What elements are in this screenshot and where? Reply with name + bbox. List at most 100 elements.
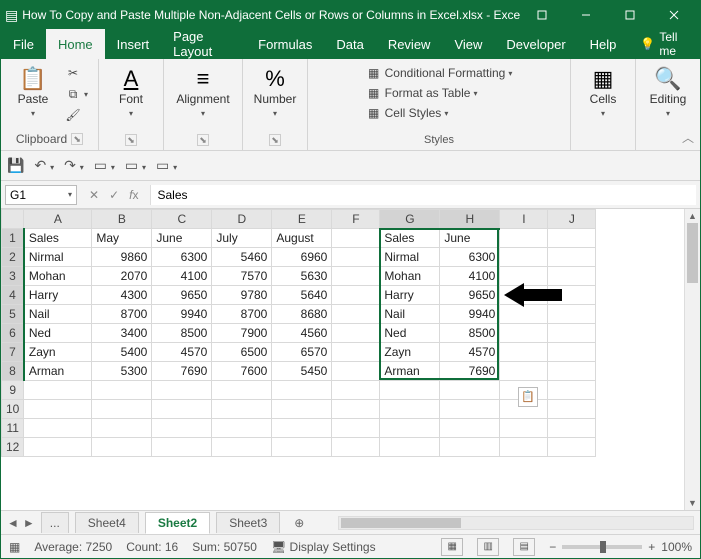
font-launcher[interactable]: ⬊ — [125, 134, 137, 146]
cell-A8[interactable]: Arman — [24, 362, 92, 381]
cell-C4[interactable]: 9650 — [152, 286, 212, 305]
cell-I2[interactable] — [500, 248, 548, 267]
cell-E2[interactable]: 6960 — [272, 248, 332, 267]
cell-E10[interactable] — [272, 400, 332, 419]
worksheet-grid[interactable]: ABCDEFGHIJ1SalesMayJuneJulyAugustSalesJu… — [1, 209, 700, 510]
window-close-button[interactable] — [652, 1, 696, 29]
col-header-H[interactable]: H — [440, 210, 500, 229]
cell-H6[interactable]: 8500 — [440, 324, 500, 343]
cell-J1[interactable] — [548, 229, 596, 248]
cell-I12[interactable] — [500, 438, 548, 457]
qat-btn2[interactable]: ▭ ▾ — [125, 157, 146, 174]
col-header-D[interactable]: D — [212, 210, 272, 229]
cell-D7[interactable]: 6500 — [212, 343, 272, 362]
col-header-J[interactable]: J — [548, 210, 596, 229]
cell-C12[interactable] — [152, 438, 212, 457]
cell-D2[interactable]: 5460 — [212, 248, 272, 267]
window-minimize-button[interactable] — [564, 1, 608, 29]
row-header-2[interactable]: 2 — [2, 248, 24, 267]
cell-D8[interactable]: 7600 — [212, 362, 272, 381]
cancel-icon[interactable]: ✕ — [89, 188, 99, 202]
paste-button[interactable]: 📋Paste▾ — [9, 63, 57, 120]
cell-B1[interactable]: May — [92, 229, 152, 248]
vertical-scrollbar[interactable]: ▲ ▼ — [684, 209, 700, 510]
cell-F1[interactable] — [332, 229, 380, 248]
cell-B11[interactable] — [92, 419, 152, 438]
cell-H8[interactable]: 7690 — [440, 362, 500, 381]
tab-review[interactable]: Review — [376, 29, 443, 59]
row-header-7[interactable]: 7 — [2, 343, 24, 362]
cell-F4[interactable] — [332, 286, 380, 305]
cell-G11[interactable] — [380, 419, 440, 438]
cell-H1[interactable]: June — [440, 229, 500, 248]
tab-developer[interactable]: Developer — [494, 29, 577, 59]
row-header-5[interactable]: 5 — [2, 305, 24, 324]
number-launcher[interactable]: ⬊ — [269, 134, 281, 146]
cell-H4[interactable]: 9650 — [440, 286, 500, 305]
tab-home[interactable]: Home — [46, 29, 105, 59]
cell-D3[interactable]: 7570 — [212, 267, 272, 286]
tab-view[interactable]: View — [442, 29, 494, 59]
cell-F10[interactable] — [332, 400, 380, 419]
cell-J9[interactable] — [548, 381, 596, 400]
cell-G8[interactable]: Arman — [380, 362, 440, 381]
cell-A3[interactable]: Mohan — [24, 267, 92, 286]
row-header-4[interactable]: 4 — [2, 286, 24, 305]
cell-B3[interactable]: 2070 — [92, 267, 152, 286]
cell-G6[interactable]: Ned — [380, 324, 440, 343]
col-header-F[interactable]: F — [332, 210, 380, 229]
cell-G9[interactable] — [380, 381, 440, 400]
tab-help[interactable]: Help — [578, 29, 629, 59]
cell-I3[interactable] — [500, 267, 548, 286]
cell-J4[interactable] — [548, 286, 596, 305]
zoom-in-button[interactable]: + — [648, 540, 655, 554]
cell-A12[interactable] — [24, 438, 92, 457]
cell-C9[interactable] — [152, 381, 212, 400]
cell-D6[interactable]: 7900 — [212, 324, 272, 343]
cell-styles-button[interactable]: ▦Cell Styles ▾ — [364, 103, 451, 123]
fx-icon[interactable]: fx — [129, 188, 138, 202]
zoom-control[interactable]: − + 100% — [549, 540, 692, 554]
cell-H11[interactable] — [440, 419, 500, 438]
window-restore-button[interactable] — [520, 1, 564, 29]
cell-H9[interactable] — [440, 381, 500, 400]
cell-G1[interactable]: Sales — [380, 229, 440, 248]
view-pagebreak-button[interactable]: ▤ — [513, 538, 535, 556]
cell-F2[interactable] — [332, 248, 380, 267]
tab-nav-prev[interactable]: ◄ — [7, 516, 19, 530]
window-maximize-button[interactable] — [608, 1, 652, 29]
cell-J3[interactable] — [548, 267, 596, 286]
row-header-3[interactable]: 3 — [2, 267, 24, 286]
row-header-11[interactable]: 11 — [2, 419, 24, 438]
cell-F9[interactable] — [332, 381, 380, 400]
cell-F11[interactable] — [332, 419, 380, 438]
cell-A10[interactable] — [24, 400, 92, 419]
cell-E4[interactable]: 5640 — [272, 286, 332, 305]
cell-F8[interactable] — [332, 362, 380, 381]
zoom-out-button[interactable]: − — [549, 540, 556, 554]
cell-D10[interactable] — [212, 400, 272, 419]
cell-J11[interactable] — [548, 419, 596, 438]
row-header-12[interactable]: 12 — [2, 438, 24, 457]
cell-A1[interactable]: Sales — [24, 229, 92, 248]
formula-input[interactable]: Sales — [150, 185, 696, 205]
tab-page-layout[interactable]: Page Layout — [161, 29, 246, 59]
clipboard-launcher[interactable]: ⬊ — [71, 133, 83, 145]
cell-D11[interactable] — [212, 419, 272, 438]
zoom-slider[interactable] — [562, 545, 642, 549]
cell-D1[interactable]: July — [212, 229, 272, 248]
cell-I11[interactable] — [500, 419, 548, 438]
cell-H3[interactable]: 4100 — [440, 267, 500, 286]
cell-F3[interactable] — [332, 267, 380, 286]
cell-E11[interactable] — [272, 419, 332, 438]
tab-data[interactable]: Data — [324, 29, 375, 59]
cell-A2[interactable]: Nirmal — [24, 248, 92, 267]
cell-B10[interactable] — [92, 400, 152, 419]
cell-J5[interactable] — [548, 305, 596, 324]
cell-I7[interactable] — [500, 343, 548, 362]
cell-D9[interactable] — [212, 381, 272, 400]
undo-icon[interactable]: ↶ ▾ — [34, 157, 54, 174]
cell-H5[interactable]: 9940 — [440, 305, 500, 324]
cell-F7[interactable] — [332, 343, 380, 362]
cell-B9[interactable] — [92, 381, 152, 400]
